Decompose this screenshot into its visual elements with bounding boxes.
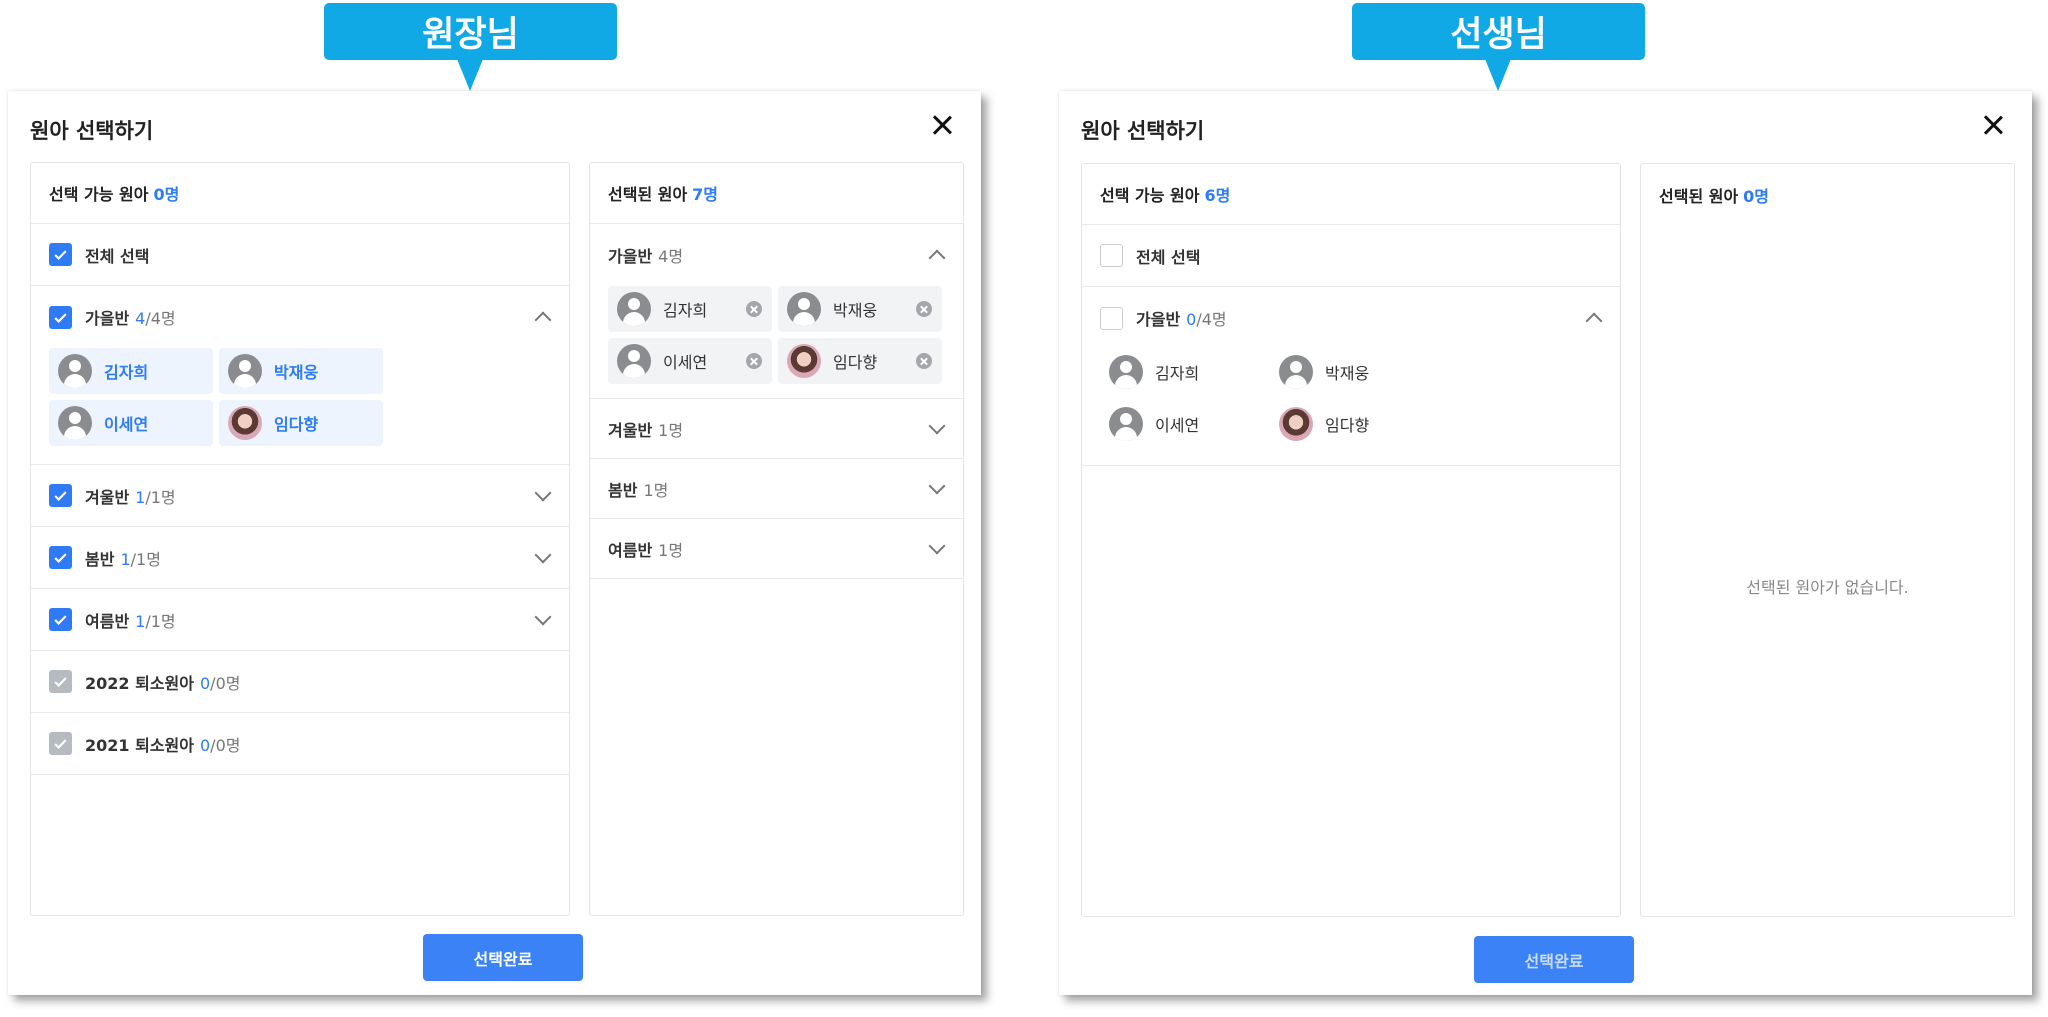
child-chip[interactable]: 김자희 [49, 348, 213, 394]
class-row-withdrawn-2021: 2021 퇴소원아 0/0명 [31, 713, 569, 775]
selected-class-row-summer[interactable]: 여름반 1명 [590, 519, 963, 579]
class-group-fall: 가을반 4/4명 김자희 박재웅 이세연 임다향 [31, 286, 569, 465]
chevron-down-icon[interactable] [534, 546, 552, 563]
selected-class-row-winter[interactable]: 겨울반 1명 [590, 399, 963, 459]
child-chip[interactable]: 임다향 [219, 400, 383, 446]
avatar [58, 354, 92, 388]
close-icon[interactable] [927, 110, 957, 140]
checkbox-checked-icon[interactable] [49, 608, 72, 631]
class-row-fall[interactable]: 가을반 0/4명 [1082, 287, 1620, 349]
child-chip[interactable]: 김자희 [1100, 349, 1264, 395]
modal-title: 원아 선택하기 [1081, 119, 1205, 143]
avatar-photo [787, 344, 821, 378]
checkbox-checked-icon[interactable] [49, 484, 72, 507]
avatar [617, 292, 651, 326]
checkbox-checked-icon[interactable] [49, 305, 72, 329]
checkbox-checked-icon[interactable] [49, 243, 72, 266]
selected-children-header: 선택된 원아 0명 [1659, 186, 1770, 206]
class-group-fall: 가을반 0/4명 김자희 박재웅 이세연 임다향 [1082, 287, 1620, 466]
avatar [617, 344, 651, 378]
modal-title: 원아 선택하기 [30, 119, 154, 143]
checkbox-checked-icon[interactable] [49, 546, 72, 569]
selected-child-chip: 김자희 [608, 286, 772, 332]
chevron-down-icon[interactable] [928, 477, 946, 494]
child-chip[interactable]: 이세연 [1100, 401, 1264, 447]
chevron-up-icon[interactable] [1585, 312, 1603, 330]
avatar [1109, 355, 1143, 389]
class-row-withdrawn-2022: 2022 퇴소원아 0/0명 [31, 651, 569, 713]
avatar-photo [228, 406, 262, 440]
select-all-row[interactable]: 전체 선택 [1082, 225, 1620, 287]
selected-child-chip: 이세연 [608, 338, 772, 384]
checkbox-unchecked-icon[interactable] [1100, 244, 1123, 267]
selected-children-panel: 선택된 원아 7명 가을반 4명 김자희 박재웅 이세연 임다향 겨울반 1명 봄반… [589, 162, 964, 916]
teacher-badge: 선생님 [1352, 3, 1645, 91]
selected-children-header: 선택된 원아 7명 [590, 163, 963, 224]
selected-class-row-spring[interactable]: 봄반 1명 [590, 459, 963, 519]
remove-icon[interactable] [916, 301, 932, 317]
chevron-down-icon[interactable] [928, 537, 946, 554]
checkbox-disabled-icon [49, 732, 72, 755]
selected-child-chip: 박재웅 [778, 286, 942, 332]
chevron-up-icon[interactable] [928, 249, 946, 267]
class-row-fall[interactable]: 가을반 4/4명 [31, 286, 569, 348]
submit-button[interactable]: 선택완료 [423, 934, 583, 981]
close-icon[interactable] [1978, 110, 2008, 140]
avatar [1279, 355, 1313, 389]
avatar [787, 292, 821, 326]
class-row-summer[interactable]: 여름반 1/1명 [31, 589, 569, 651]
selected-class-row-fall[interactable]: 가을반 4명 [590, 224, 963, 286]
chevron-down-icon[interactable] [534, 608, 552, 625]
available-children-panel: 선택 가능 원아 0명 전체 선택 가을반 4/4명 김자희 박재웅 이세연 임다… [30, 162, 570, 916]
selected-children-panel: 선택된 원아 0명 선택된 원아가 없습니다. [1640, 163, 2015, 917]
selected-child-chip: 임다향 [778, 338, 942, 384]
empty-selection-message: 선택된 원아가 없습니다. [1746, 578, 1909, 597]
select-all-row[interactable]: 전체 선택 [31, 224, 569, 286]
child-select-modal-teacher: 원아 선택하기 선택 가능 원아 6명 전체 선택 가을반 0/4명 김자희 박재… [1059, 91, 2032, 995]
checkbox-unchecked-icon[interactable] [1100, 306, 1123, 330]
avatar [1109, 407, 1143, 441]
chevron-down-icon[interactable] [534, 484, 552, 501]
director-badge: 원장님 [324, 3, 617, 91]
child-chip[interactable]: 임다향 [1270, 401, 1434, 447]
chevron-down-icon[interactable] [928, 417, 946, 434]
child-chip[interactable]: 박재웅 [219, 348, 383, 394]
submit-button[interactable]: 선택완료 [1474, 936, 1634, 983]
child-chip[interactable]: 박재웅 [1270, 349, 1434, 395]
child-select-modal-director: 원아 선택하기 선택 가능 원아 0명 전체 선택 가을반 4/4명 김자희 박재… [8, 91, 981, 995]
available-children-header: 선택 가능 원아 6명 [1082, 164, 1620, 225]
remove-icon[interactable] [916, 353, 932, 369]
avatar-photo [1279, 407, 1313, 441]
class-row-spring[interactable]: 봄반 1/1명 [31, 527, 569, 589]
checkbox-disabled-icon [49, 670, 72, 693]
avatar [58, 406, 92, 440]
remove-icon[interactable] [746, 301, 762, 317]
selected-group-fall: 가을반 4명 김자희 박재웅 이세연 임다향 [590, 224, 963, 399]
child-chip[interactable]: 이세연 [49, 400, 213, 446]
avatar [228, 354, 262, 388]
chevron-up-icon[interactable] [534, 311, 552, 329]
class-row-winter[interactable]: 겨울반 1/1명 [31, 465, 569, 527]
remove-icon[interactable] [746, 353, 762, 369]
available-children-header: 선택 가능 원아 0명 [31, 163, 569, 224]
available-children-panel: 선택 가능 원아 6명 전체 선택 가을반 0/4명 김자희 박재웅 이세연 임다… [1081, 163, 1621, 917]
